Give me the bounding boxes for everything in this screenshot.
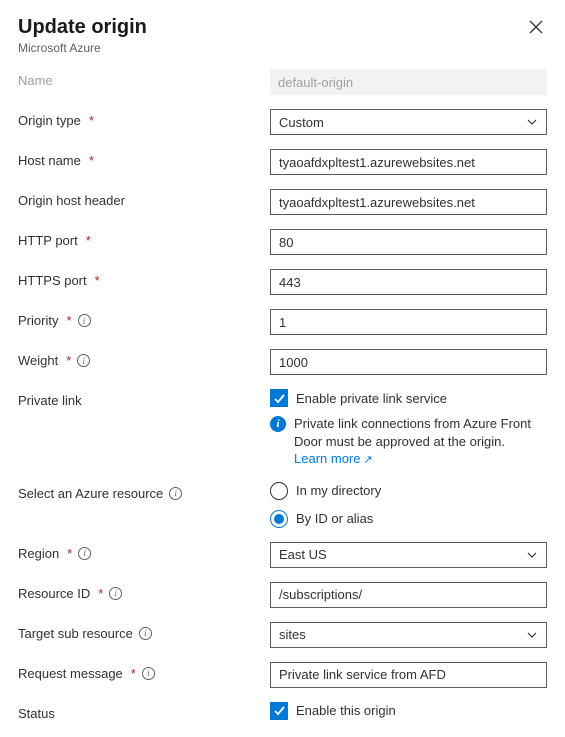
required-indicator: * — [95, 273, 100, 288]
origin-host-header-input[interactable] — [270, 189, 547, 215]
priority-input[interactable] — [270, 309, 547, 335]
panel-title: Update origin — [18, 16, 147, 39]
priority-label: Priority — [18, 313, 58, 328]
close-icon — [529, 20, 543, 34]
enable-this-origin-label: Enable this origin — [296, 703, 396, 718]
info-icon[interactable]: i — [77, 354, 90, 367]
host-name-input[interactable] — [270, 149, 547, 175]
enable-this-origin-checkbox[interactable] — [270, 702, 288, 720]
origin-type-select[interactable]: Custom — [270, 109, 547, 135]
info-icon[interactable]: i — [142, 667, 155, 680]
required-indicator: * — [98, 586, 103, 601]
required-indicator: * — [131, 666, 136, 681]
target-sub-resource-select[interactable]: sites — [270, 622, 547, 648]
origin-type-label: Origin type — [18, 113, 81, 128]
required-indicator: * — [89, 153, 94, 168]
external-link-icon: ↗ — [363, 454, 372, 466]
region-label: Region — [18, 546, 59, 561]
weight-label: Weight — [18, 353, 58, 368]
required-indicator: * — [89, 113, 94, 128]
learn-more-link[interactable]: Learn more↗ — [294, 451, 373, 466]
required-indicator: * — [66, 313, 71, 328]
private-link-info-text: Private link connections from Azure Fron… — [294, 416, 531, 449]
http-port-label: HTTP port — [18, 233, 78, 248]
radio-by-id-or-alias[interactable] — [270, 510, 288, 528]
info-icon: i — [270, 416, 286, 432]
weight-input[interactable] — [270, 349, 547, 375]
check-icon — [273, 704, 286, 717]
radio-in-my-directory[interactable] — [270, 482, 288, 500]
radio-by-id-or-alias-label: By ID or alias — [296, 511, 373, 526]
required-indicator: * — [86, 233, 91, 248]
region-select[interactable]: East US — [270, 542, 547, 568]
info-icon[interactable]: i — [78, 547, 91, 560]
select-azure-resource-label: Select an Azure resource — [18, 486, 163, 501]
resource-id-input[interactable] — [270, 582, 547, 608]
target-sub-resource-label: Target sub resource — [18, 626, 133, 641]
check-icon — [273, 392, 286, 405]
info-icon[interactable]: i — [169, 487, 182, 500]
close-button[interactable] — [525, 16, 547, 42]
name-label: Name — [18, 69, 270, 88]
https-port-input[interactable] — [270, 269, 547, 295]
info-icon[interactable]: i — [109, 587, 122, 600]
private-link-label: Private link — [18, 393, 82, 408]
enable-private-link-label: Enable private link service — [296, 391, 447, 406]
panel-subtitle: Microsoft Azure — [18, 41, 147, 55]
name-value: default-origin — [270, 69, 547, 95]
enable-private-link-checkbox[interactable] — [270, 389, 288, 407]
required-indicator: * — [67, 546, 72, 561]
required-indicator: * — [66, 353, 71, 368]
http-port-input[interactable] — [270, 229, 547, 255]
request-message-label: Request message — [18, 666, 123, 681]
info-icon[interactable]: i — [78, 314, 91, 327]
https-port-label: HTTPS port — [18, 273, 87, 288]
request-message-input[interactable] — [270, 662, 547, 688]
origin-host-header-label: Origin host header — [18, 193, 125, 208]
resource-id-label: Resource ID — [18, 586, 90, 601]
radio-in-my-directory-label: In my directory — [296, 483, 381, 498]
host-name-label: Host name — [18, 153, 81, 168]
info-icon[interactable]: i — [139, 627, 152, 640]
status-label: Status — [18, 706, 55, 721]
